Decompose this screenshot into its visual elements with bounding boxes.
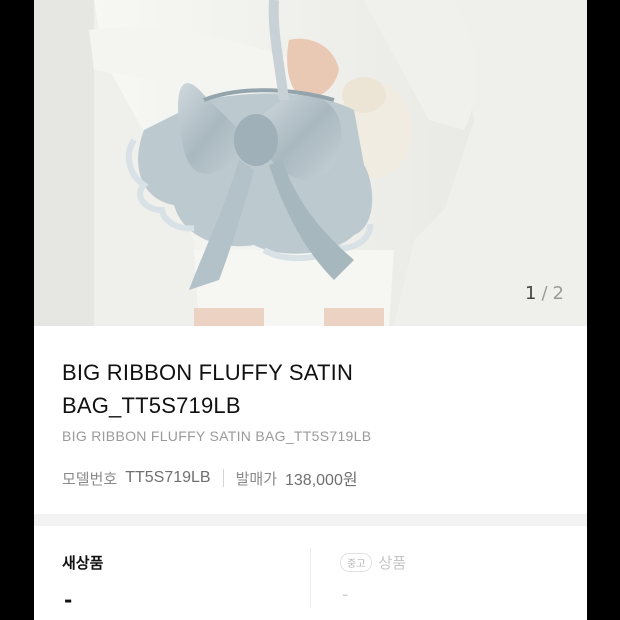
product-meta: 모델번호 TT5S719LB 발매가 138,000원 [62, 466, 358, 490]
total-page-count: 2 [552, 283, 565, 304]
condition-tabs: 새상품 - 중고 상품 - [34, 526, 587, 620]
used-badge: 중고 [340, 553, 373, 572]
used-product-label: 상품 [378, 554, 407, 572]
meta-divider [222, 469, 224, 487]
tab-new-product[interactable]: 새상품 - [62, 552, 104, 612]
new-product-label: 새상품 [62, 554, 104, 572]
product-photo [34, 0, 587, 326]
page-separator: / [541, 283, 549, 304]
model-number-label: 모델번호 [62, 469, 118, 488]
product-subtitle: BIG RIBBON FLUFFY SATIN BAG_TT5S719LB [62, 428, 372, 444]
section-divider-band [34, 514, 587, 526]
product-detail-page: 1/2 BIG RIBBON FLUFFY SATIN BAG_TT5S719L… [34, 0, 587, 620]
release-price-value: 138,000원 [285, 472, 358, 489]
product-title-line-1: BIG RIBBON FLUFFY SATIN [62, 360, 354, 385]
tab-used-product[interactable]: 중고 상품 [340, 552, 406, 573]
release-price-label: 발매가 [235, 469, 277, 488]
used-product-price: - [342, 584, 349, 605]
current-page-number: 1 [525, 283, 538, 304]
new-product-price: - [64, 588, 73, 612]
product-info: BIG RIBBON FLUFFY SATIN BAG_TT5S719LB BI… [34, 326, 587, 514]
model-number-value: TT5S719LB [125, 469, 211, 486]
product-image-carousel[interactable]: 1/2 [34, 0, 587, 326]
product-title-line-2: BAG_TT5S719LB [62, 393, 241, 418]
product-title: BIG RIBBON FLUFFY SATIN BAG_TT5S719LB [62, 356, 422, 422]
carousel-page-indicator: 1/2 [525, 283, 565, 304]
tab-divider [310, 548, 311, 608]
